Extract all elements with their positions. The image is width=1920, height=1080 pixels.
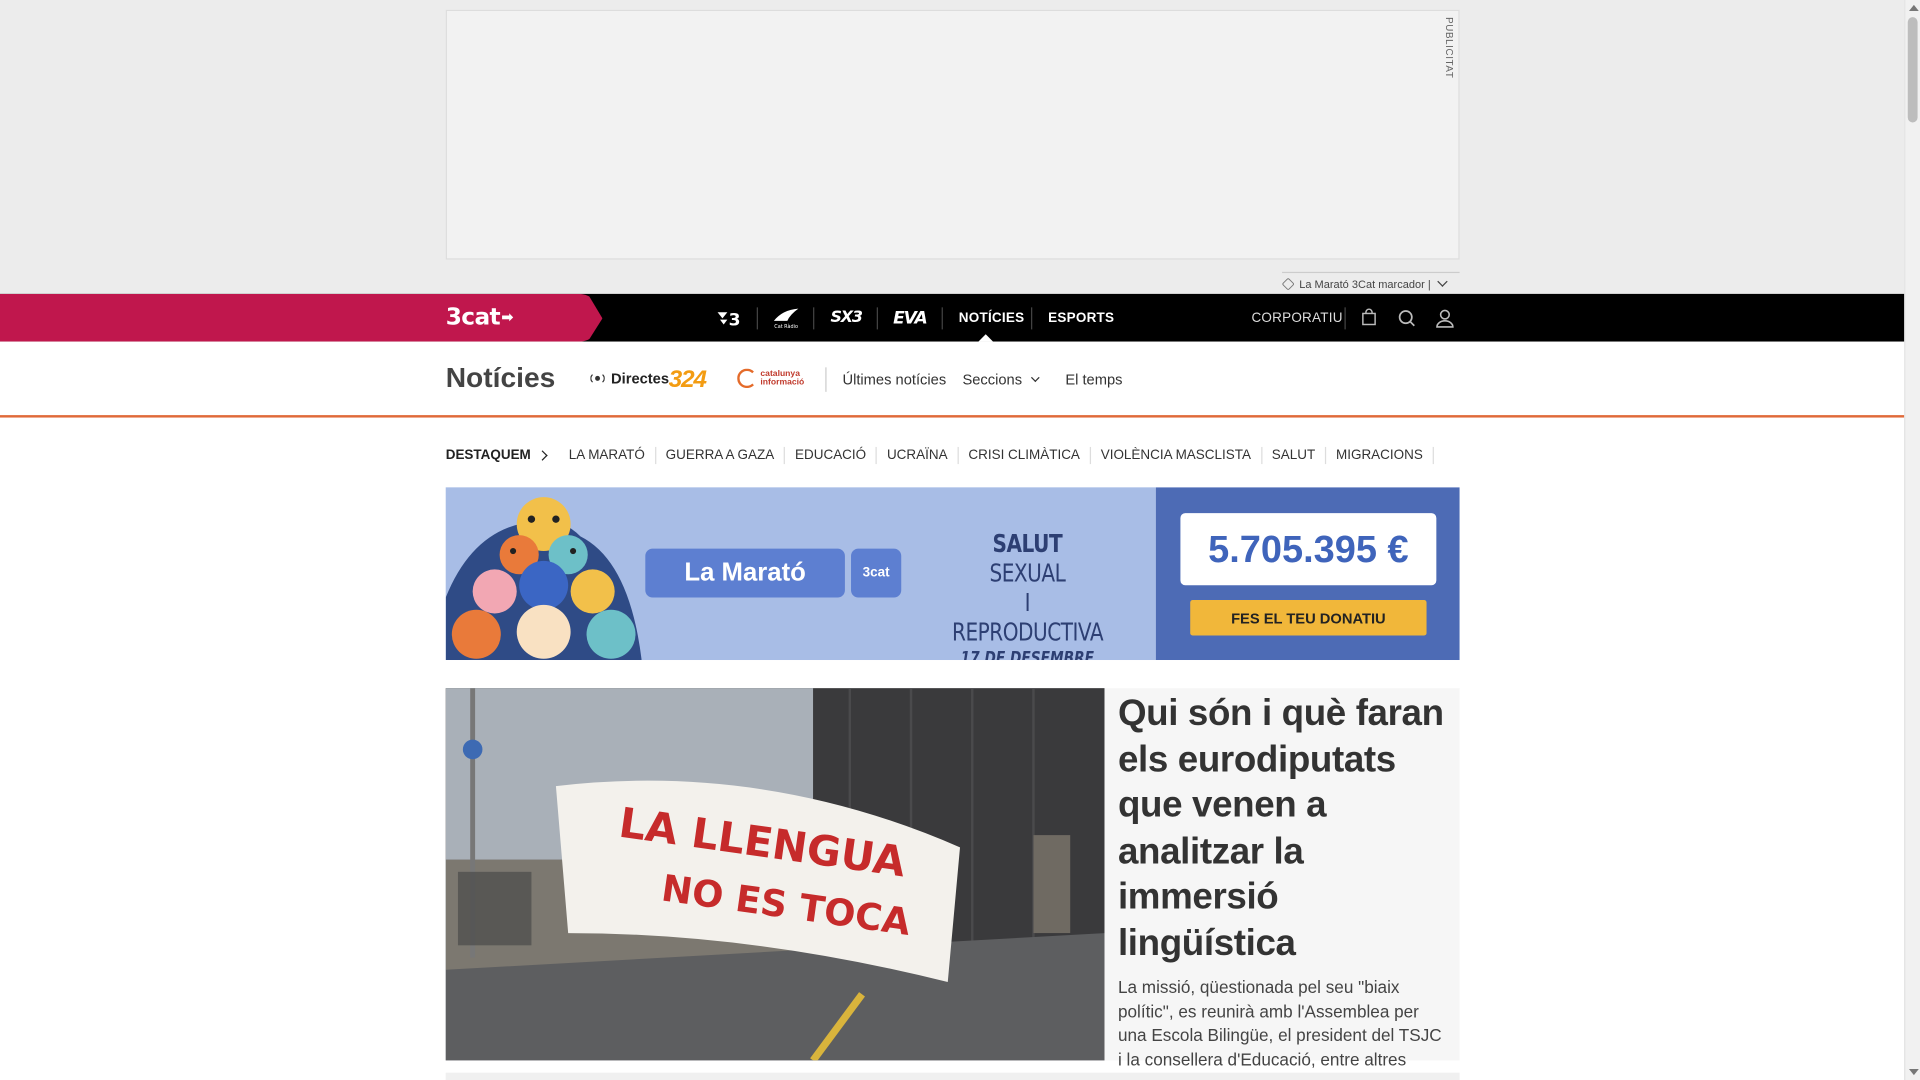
- destaquem-item[interactable]: GUERRA A GAZA: [656, 446, 786, 465]
- lead-article-summary: La missió, qüestionada pel seu "biaix po…: [1117, 977, 1442, 1069]
- ad-marker-text: La Marató 3Cat marcador |: [1299, 277, 1431, 290]
- slogan-rest: SEXUAL: [989, 558, 1066, 588]
- scroll-up-arrow[interactable]: [1908, 4, 1919, 12]
- live-broadcast-icon: [590, 372, 605, 385]
- seccions-label: Seccions: [962, 371, 1023, 389]
- seccions-dropdown[interactable]: Seccions: [962, 371, 1040, 389]
- ci-circle-icon: [737, 368, 757, 389]
- tag-icon: [1281, 276, 1295, 290]
- next-content-edge: [445, 1072, 1460, 1080]
- scroll-thumb[interactable]: [1907, 17, 1918, 123]
- marato-logo: La Marató: [645, 548, 845, 598]
- logo-324-text: 324: [668, 366, 707, 394]
- channel-catradio-logo[interactable]: Cat Ràdio: [769, 294, 803, 342]
- scroll-down-arrow[interactable]: [1908, 1068, 1919, 1076]
- scrollbar[interactable]: [1904, 0, 1920, 1080]
- tv3-icon: 3: [717, 310, 741, 328]
- divider: [1344, 307, 1346, 330]
- directes-label: Directes: [611, 369, 670, 387]
- divider: [813, 307, 815, 330]
- shopping-bag-icon[interactable]: [1357, 306, 1381, 330]
- destaquem-item[interactable]: UCRAÏNA: [877, 446, 959, 465]
- brand-name: 3cat: [445, 303, 501, 331]
- lead-article-text: Qui són i què faran els eurodiputats que…: [1118, 688, 1446, 1072]
- nav-link-corporatiu[interactable]: CORPORATIU: [1251, 294, 1342, 342]
- marato-banner[interactable]: La Marató 3cat SALUT SEXUAL I REPRODUCTI…: [445, 487, 1460, 661]
- ci-line2: informació: [760, 378, 805, 387]
- marato-slogan: SALUT SEXUAL I REPRODUCTIVA 17 DE DESEMB…: [936, 529, 1120, 660]
- nav-link-esports[interactable]: ESPORTS: [1048, 294, 1114, 342]
- slogan-line2: I REPRODUCTIVA: [952, 587, 1104, 647]
- destaquem-item[interactable]: CRISI CLIMÀTICA: [959, 446, 1091, 465]
- chevron-down-icon[interactable]: [1437, 276, 1449, 287]
- marato-3cat-logo: 3cat: [851, 548, 902, 598]
- destaquem-bar: DESTAQUEM LA MARATÓ GUERRA A GAZA EDUCAC…: [446, 444, 1434, 466]
- page-title[interactable]: Notícies: [446, 361, 556, 394]
- channel-3-label: 3: [729, 310, 741, 327]
- chevron-down-icon: [1030, 373, 1040, 383]
- ci-text: catalunya informació: [760, 370, 804, 387]
- divider: [941, 307, 943, 330]
- brand-logo[interactable]: 3cat➡: [445, 303, 514, 331]
- section-header: Notícies Directes 324 catalunya informaci…: [0, 341, 1905, 418]
- user-icon[interactable]: [1433, 306, 1457, 330]
- destaquem-item[interactable]: MIGRACIONS: [1326, 446, 1434, 465]
- destaquem-item[interactable]: SALUT: [1262, 446, 1327, 465]
- ci-line1: catalunya: [760, 369, 800, 379]
- photo-protest-banner: LA LLENGUA NO ES TOCA: [445, 688, 1105, 1061]
- logo-324[interactable]: 324: [668, 366, 707, 394]
- divider: [1031, 307, 1033, 330]
- destaquem-label: DESTAQUEM: [445, 448, 531, 463]
- directes-link[interactable]: Directes: [590, 370, 669, 387]
- channel-tv3-logo[interactable]: 3: [714, 294, 743, 342]
- search-icon[interactable]: [1395, 306, 1419, 330]
- destaquem-item[interactable]: LA MARATÓ: [559, 446, 656, 465]
- destaquem-title[interactable]: DESTAQUEM: [446, 448, 559, 463]
- el-temps-link[interactable]: El temps: [1065, 371, 1122, 388]
- marato-donation-panel: 5.705.395 € FES EL TEU DONATIU: [1155, 487, 1460, 661]
- ad-zone: PUBLICITAT La Marató 3Cat marcador |: [0, 0, 1905, 294]
- active-indicator: [978, 334, 994, 342]
- lead-article[interactable]: LA LLENGUA NO ES TOCA Qui són i què fara…: [445, 688, 1460, 1069]
- destaquem-item[interactable]: EDUCACIÓ: [785, 446, 878, 465]
- marato-date: 17 DE DESEMBRE: [960, 648, 1095, 661]
- channel-sx3-logo[interactable]: SX3: [825, 294, 867, 342]
- top-navigation: 3cat➡ 3 Cat Ràdio SX3 EVA NOTÍCIES ESPOR…: [0, 293, 1905, 342]
- chevron-right-icon: [537, 450, 549, 461]
- ad-label: PUBLICITAT: [1443, 17, 1455, 79]
- logo-catalunya-informacio[interactable]: catalunya informació: [737, 368, 804, 389]
- ad-slot[interactable]: [445, 9, 1460, 260]
- ultimes-noticies-link[interactable]: Últimes notícies: [842, 371, 946, 388]
- divider: [756, 307, 758, 330]
- catradio-label: Cat Ràdio: [774, 322, 798, 329]
- donate-button[interactable]: FES EL TEU DONATIU: [1190, 600, 1427, 636]
- lead-article-headline[interactable]: Qui són i què faran els eurodiputats que…: [1118, 691, 1446, 967]
- catradio-icon: [773, 307, 799, 321]
- divider: [825, 367, 827, 392]
- marato-illustration: [445, 497, 642, 661]
- marato-total: 5.705.395 €: [1180, 513, 1437, 586]
- divider: [876, 307, 878, 330]
- destaquem-item[interactable]: VIOLÈNCIA MASCLISTA: [1091, 446, 1262, 465]
- channel-eva-logo[interactable]: EVA: [889, 294, 931, 342]
- lead-article-photo[interactable]: LA LLENGUA NO ES TOCA: [445, 688, 1105, 1061]
- slogan-bold: SALUT: [992, 528, 1063, 559]
- arrow-icon: ➡: [501, 308, 514, 326]
- ad-marker-bar[interactable]: La Marató 3Cat marcador |: [1281, 271, 1460, 292]
